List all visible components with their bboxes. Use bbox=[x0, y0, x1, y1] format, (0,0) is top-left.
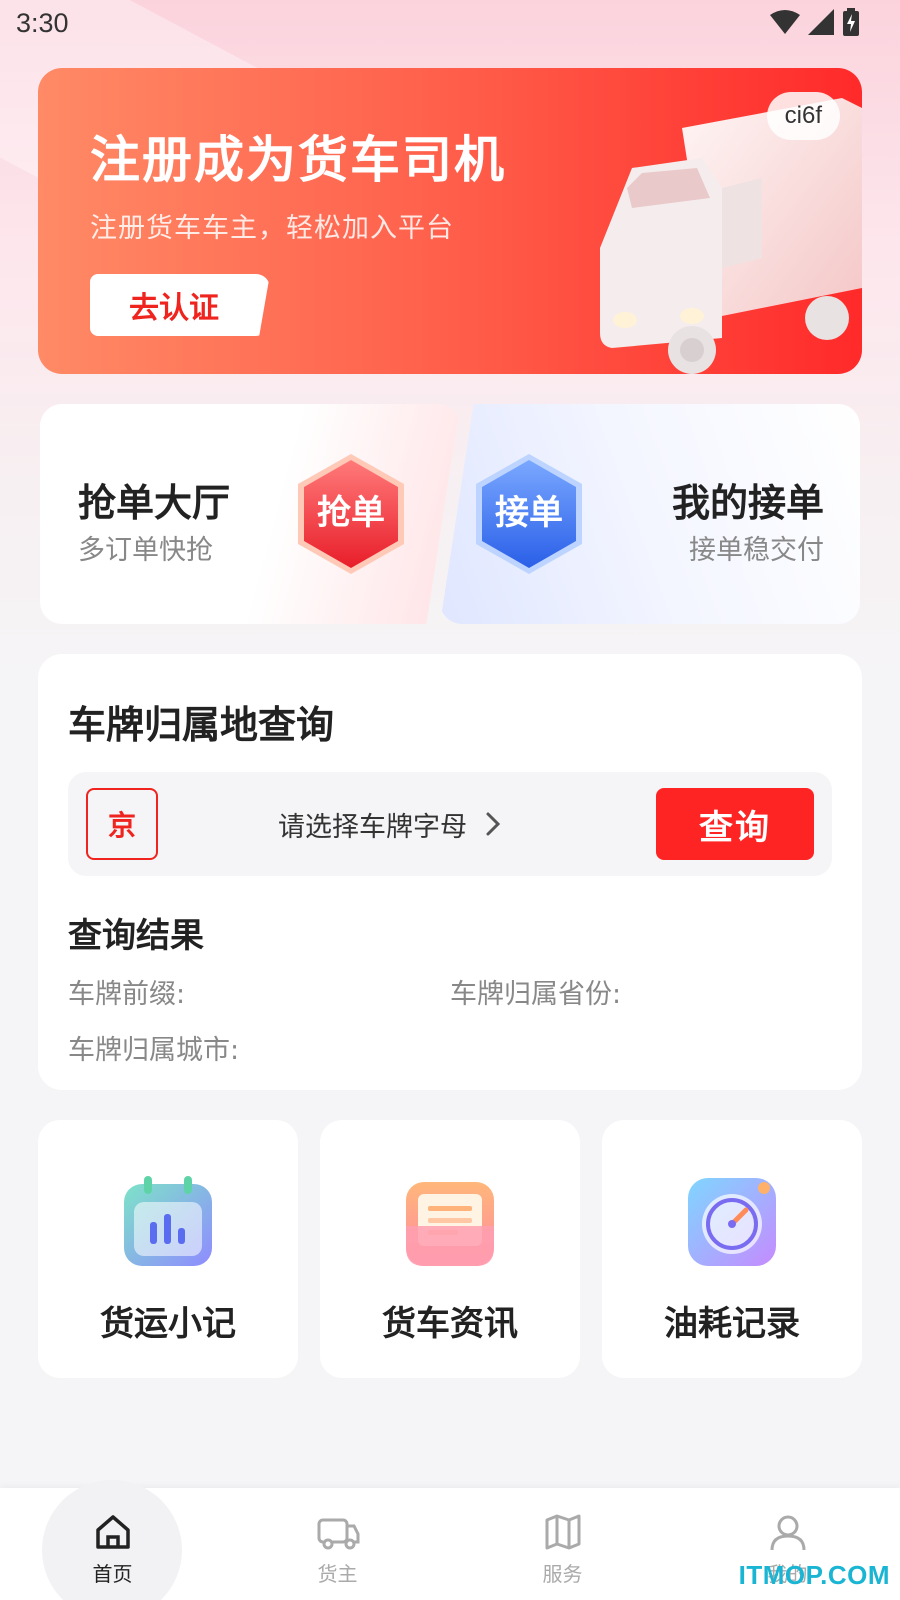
map-icon bbox=[545, 1514, 580, 1550]
nav-item-shipper[interactable]: 货主 bbox=[225, 1488, 450, 1600]
query-button[interactable]: 查询 bbox=[656, 788, 814, 860]
my-orders-card[interactable]: 接单 我的接单 接单稳交付 bbox=[440, 404, 860, 624]
tool-fuel-record[interactable]: 油耗记录 bbox=[602, 1120, 862, 1378]
accept-order-icon-text: 接单 bbox=[495, 493, 563, 533]
verify-button[interactable]: 去认证 bbox=[90, 274, 270, 336]
nav-item-service[interactable]: 服务 bbox=[450, 1488, 675, 1600]
banner-subtitle: 注册货车车主，轻松加入平台 bbox=[90, 213, 454, 244]
tool-fuel-record-label: 油耗记录 bbox=[664, 1304, 800, 1344]
nav-label-service: 服务 bbox=[542, 1562, 583, 1586]
banner-badge: ci6f bbox=[766, 92, 840, 140]
province-selector[interactable]: 京 bbox=[86, 788, 158, 860]
tool-freight-notes-label: 货运小记 bbox=[100, 1304, 236, 1344]
wifi-icon bbox=[770, 10, 800, 34]
letter-selector-label: 请选择车牌字母 bbox=[278, 811, 467, 843]
truck-icon bbox=[317, 1518, 359, 1550]
banner-title: 注册成为货车司机 bbox=[90, 131, 506, 189]
home-icon bbox=[95, 1515, 130, 1549]
tool-truck-news[interactable]: 货车资讯 bbox=[320, 1120, 580, 1378]
result-title: 查询结果 bbox=[68, 916, 204, 956]
plate-city-label: 车牌归属城市: bbox=[68, 1035, 240, 1066]
grab-order-icon-text: 抢单 bbox=[317, 493, 385, 533]
tool-truck-news-label: 货车资讯 bbox=[382, 1304, 518, 1344]
tool-freight-notes[interactable]: 货运小记 bbox=[38, 1120, 298, 1378]
plate-query-card: 车牌归属地查询 京 请选择车牌字母 查询 查询结果 车牌前缀: 车牌归属省份: … bbox=[38, 654, 862, 1090]
my-orders-title: 我的接单 bbox=[671, 481, 824, 525]
plate-input-row: 京 请选择车牌字母 查询 bbox=[68, 772, 832, 876]
nav-item-home[interactable]: 首页 bbox=[0, 1488, 225, 1600]
letter-selector[interactable]: 请选择车牌字母 bbox=[278, 800, 501, 848]
status-bar: 3:30 bbox=[0, 0, 900, 50]
plate-query-title: 车牌归属地查询 bbox=[68, 703, 335, 747]
nav-label-shipper: 货主 bbox=[317, 1562, 358, 1586]
nav-label-home: 首页 bbox=[92, 1562, 133, 1586]
battery-icon bbox=[843, 8, 859, 36]
status-icons bbox=[770, 8, 860, 36]
grab-order-title: 抢单大厅 bbox=[78, 481, 231, 525]
compass-icon bbox=[688, 1178, 776, 1266]
plate-prefix-label: 车牌前缀: bbox=[68, 979, 186, 1010]
folder-icon bbox=[406, 1182, 494, 1266]
chevron-right-icon bbox=[486, 812, 501, 836]
grab-order-card[interactable]: 抢单大厅 多订单快抢 抢单 bbox=[40, 404, 460, 624]
grab-order-subtitle: 多订单快抢 bbox=[78, 535, 213, 566]
plate-province-label: 车牌归属省份: bbox=[450, 979, 622, 1010]
status-time: 3:30 bbox=[16, 8, 69, 38]
user-icon bbox=[770, 1515, 805, 1551]
watermark: ITMOP.COM bbox=[738, 1560, 890, 1590]
my-orders-subtitle: 接单稳交付 bbox=[689, 535, 824, 566]
signal-icon bbox=[808, 9, 834, 35]
accept-order-icon: 接单 bbox=[476, 454, 582, 574]
grab-order-icon: 抢单 bbox=[298, 454, 404, 574]
calendar-chart-icon bbox=[124, 1176, 212, 1266]
register-banner[interactable]: 注册成为货车司机 注册货车车主，轻松加入平台 ci6f 去认证 bbox=[38, 68, 862, 374]
